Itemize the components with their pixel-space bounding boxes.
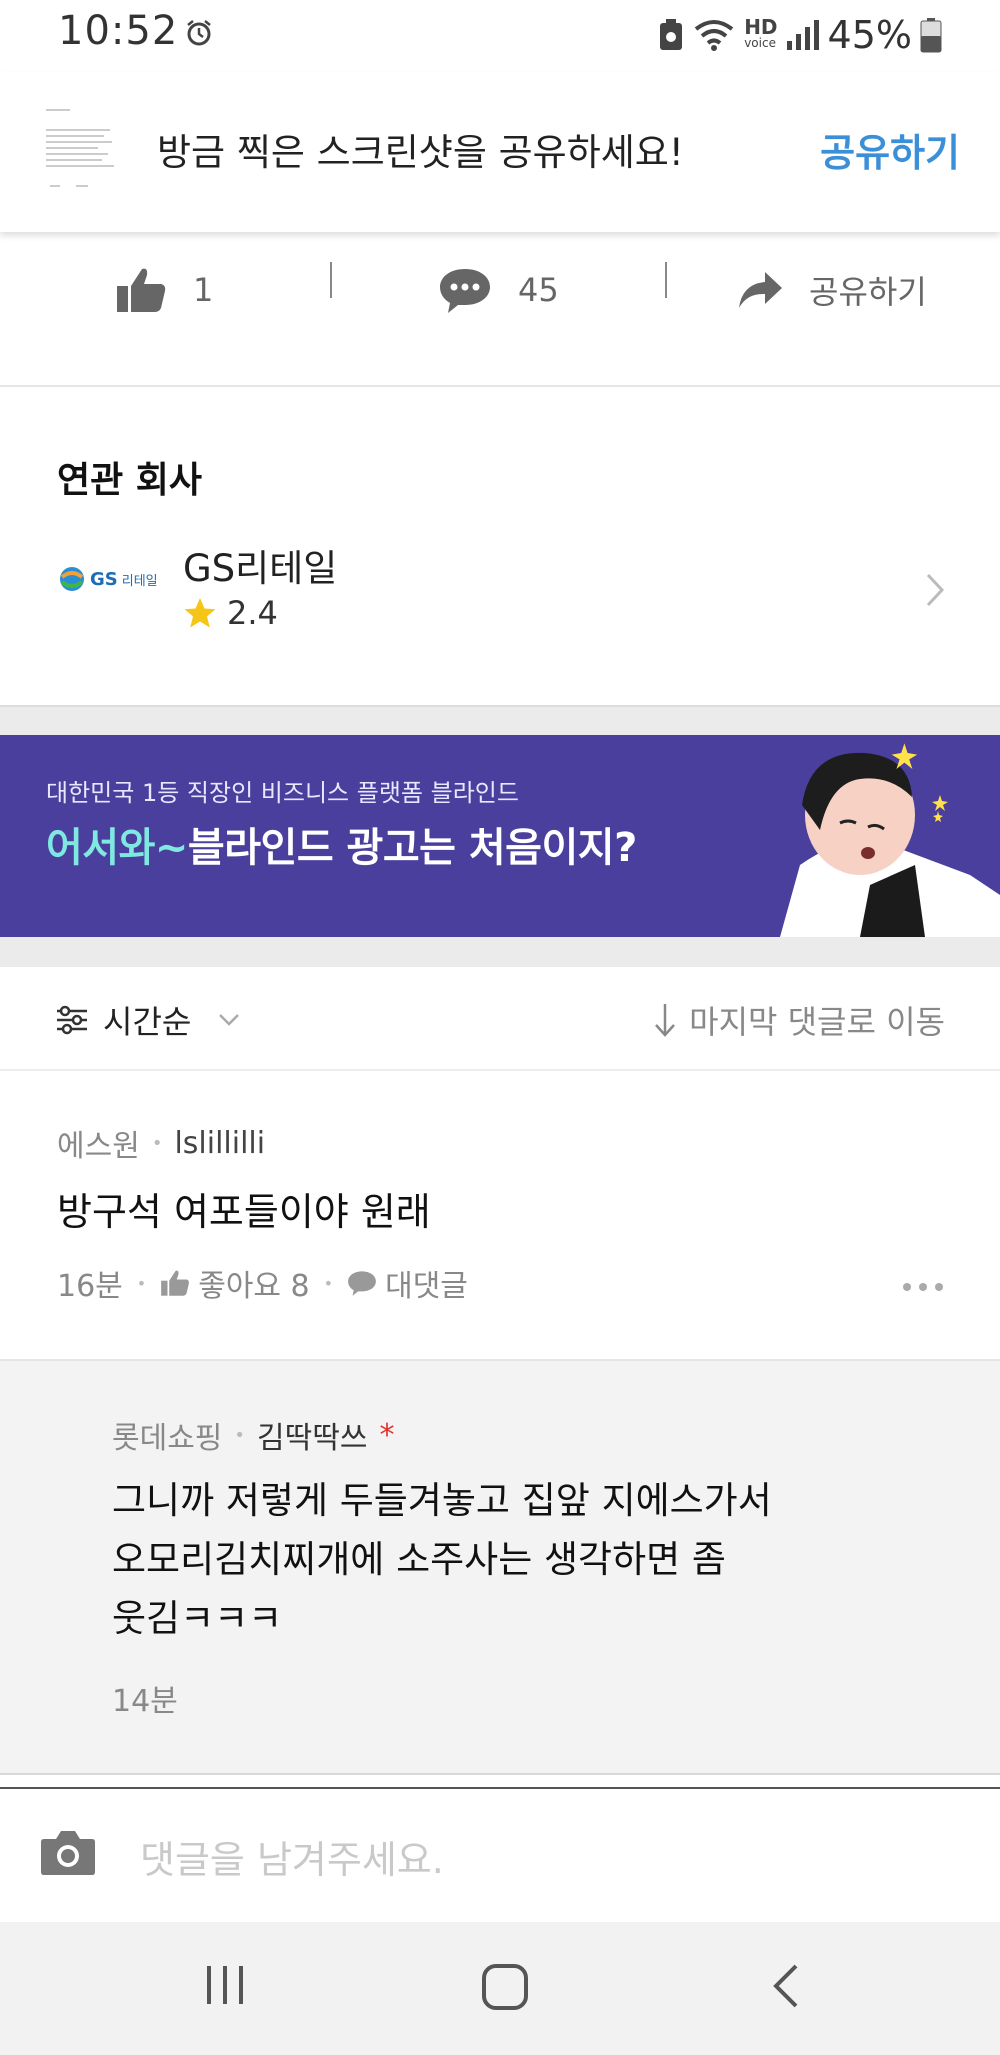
status-time: 10:52 (58, 8, 179, 54)
gs-logo-mark (60, 567, 84, 591)
share-banner-text: 방금 찍은 스크린샷을 공유하세요! (157, 131, 684, 174)
jump-label: 마지막 댓글로 이동 (689, 1003, 945, 1041)
recent-apps-icon[interactable] (203, 1962, 247, 2008)
speech-bubble-icon (440, 269, 490, 313)
company-logo: GS 리테일 (58, 565, 158, 593)
comment-meta: 에스원 • lslillilli (57, 1121, 265, 1165)
section-gap (0, 705, 1000, 735)
share-label: 공유하기 (809, 273, 927, 311)
author-mark: * (379, 1417, 395, 1453)
reply-line: 오모리김치찌개에 소주사는 생각하면 좀 (112, 1538, 726, 1581)
share-arrow-icon (739, 272, 782, 308)
sort-label: 시간순 (103, 1003, 192, 1041)
comment-item: 에스원 • lslillilli 방구석 여포들이야 원래 16분 • 좋아요 … (0, 1071, 1000, 1361)
company-rating: 2.4 (183, 594, 278, 632)
screenshot-share-banner[interactable]: 방금 찍은 스크린샷을 공유하세요! 공유하기 (0, 72, 1000, 232)
like-button[interactable]: 1 (115, 250, 213, 330)
share-banner-button[interactable]: 공유하기 (820, 122, 960, 177)
rating-value: 2.4 (227, 594, 278, 632)
reply-button[interactable]: 대댓글 (347, 1261, 468, 1305)
sort-dropdown[interactable]: 시간순 (55, 997, 241, 1043)
ad-banner[interactable]: 대한민국 1등 직장인 비즈니스 플랫폼 블라인드 어서와~블라인드 광고는 처… (0, 735, 1000, 937)
system-nav-bar (0, 1922, 1000, 2055)
speech-bubble-icon (348, 1271, 376, 1296)
ad-headline-highlight: 어서와~ (46, 825, 188, 871)
filter-sliders-icon (57, 1005, 87, 1035)
status-bar: 10:52 HD voice 45% (0, 0, 1000, 72)
chevron-right-icon (926, 573, 945, 607)
home-icon[interactable] (480, 1962, 530, 2012)
reply-label: 대댓글 (385, 1269, 468, 1304)
comment-user[interactable]: lslillilli (174, 1126, 265, 1161)
reply-line: 웃김ㅋㅋㅋ (112, 1597, 283, 1640)
reply-item: 롯데쇼핑 • 김딱딱쓰 * 그니까 저렇게 두들겨놓고 집앞 지에스가서 오모리… (0, 1361, 1000, 1775)
hd-label: HD (744, 15, 778, 39)
comment-like-button[interactable]: 좋아요 8 (160, 1261, 310, 1305)
jump-to-last-comment-button[interactable]: 마지막 댓글로 이동 (653, 997, 945, 1043)
comment-input-bar: 댓글을 남겨주세요. (0, 1787, 1000, 1922)
comment-time: 16분 (57, 1269, 123, 1304)
comment-company[interactable]: 에스원 (57, 1121, 140, 1165)
ad-headline-rest: 블라인드 광고는 처음이지? (187, 825, 637, 871)
battery-saver-icon (660, 19, 683, 50)
reply-user[interactable]: 김딱딱쓰 (257, 1413, 367, 1457)
reply-line: 그니까 저렇게 두들겨놓고 집앞 지에스가서 (112, 1479, 772, 1522)
reply-body: 그니까 저렇게 두들겨놓고 집앞 지에스가서 오모리김치찌개에 소주사는 생각하… (112, 1471, 932, 1648)
comments-button[interactable]: 45 (438, 250, 559, 330)
ad-character-illustration (780, 743, 1000, 937)
section-gap (0, 937, 1000, 967)
reply-time: 14분 (112, 1684, 178, 1719)
separator-dot: • (136, 1273, 147, 1293)
screenshot-thumbnail[interactable] (40, 100, 126, 200)
hd-voice-badge: HD voice (744, 15, 778, 51)
battery-icon (920, 18, 942, 53)
comment-count: 45 (518, 271, 559, 309)
divider (330, 262, 332, 298)
back-icon[interactable] (770, 1962, 802, 2010)
signal-icon (786, 20, 819, 50)
ad-subtext: 대한민국 1등 직장인 비즈니스 플랫폼 블라인드 (46, 779, 519, 807)
camera-icon[interactable] (40, 1827, 96, 1877)
comment-input[interactable]: 댓글을 남겨주세요. (140, 1829, 444, 1884)
post-action-row: 1 45 공유하기 (0, 232, 1000, 387)
reply-company[interactable]: 롯데쇼핑 (112, 1413, 222, 1457)
thumbs-up-icon (161, 1270, 190, 1296)
logo-text: GS (90, 568, 118, 590)
comment-footer: 16분 • 좋아요 8 • 대댓글 (57, 1261, 468, 1305)
arrow-down-icon (655, 1004, 676, 1037)
comment-like-label: 좋아요 8 (198, 1269, 310, 1304)
company-name: GS리테일 (183, 547, 338, 590)
comment-body: 방구석 여포들이야 원래 (57, 1190, 431, 1234)
thumbnail-preview (40, 100, 126, 200)
related-title: 연관 회사 (57, 460, 203, 501)
voice-label: voice (744, 36, 776, 50)
comment-sort-bar: 시간순 마지막 댓글로 이동 (0, 967, 1000, 1071)
ad-headline: 어서와~블라인드 광고는 처음이지? (46, 815, 637, 873)
more-options-icon[interactable] (901, 1281, 945, 1293)
battery-percent: 45% (827, 13, 912, 57)
share-button[interactable]: 공유하기 (737, 250, 927, 330)
divider (665, 262, 667, 298)
like-count: 1 (193, 271, 214, 309)
wifi-icon (694, 20, 734, 51)
related-company-item[interactable]: GS 리테일 GS리테일 2.4 (0, 520, 1000, 670)
thumbs-up-icon (117, 268, 166, 312)
separator-dot: • (151, 1132, 163, 1154)
chevron-down-icon (219, 1014, 240, 1026)
separator-dot: • (323, 1273, 334, 1293)
reply-meta: 롯데쇼핑 • 김딱딱쓰 * (112, 1413, 394, 1457)
separator-dot: • (234, 1424, 246, 1446)
star-icon (184, 598, 216, 628)
alarm-icon (187, 20, 211, 46)
logo-sub-text: 리테일 (121, 573, 158, 589)
status-indicators: HD voice 45% (658, 10, 942, 60)
